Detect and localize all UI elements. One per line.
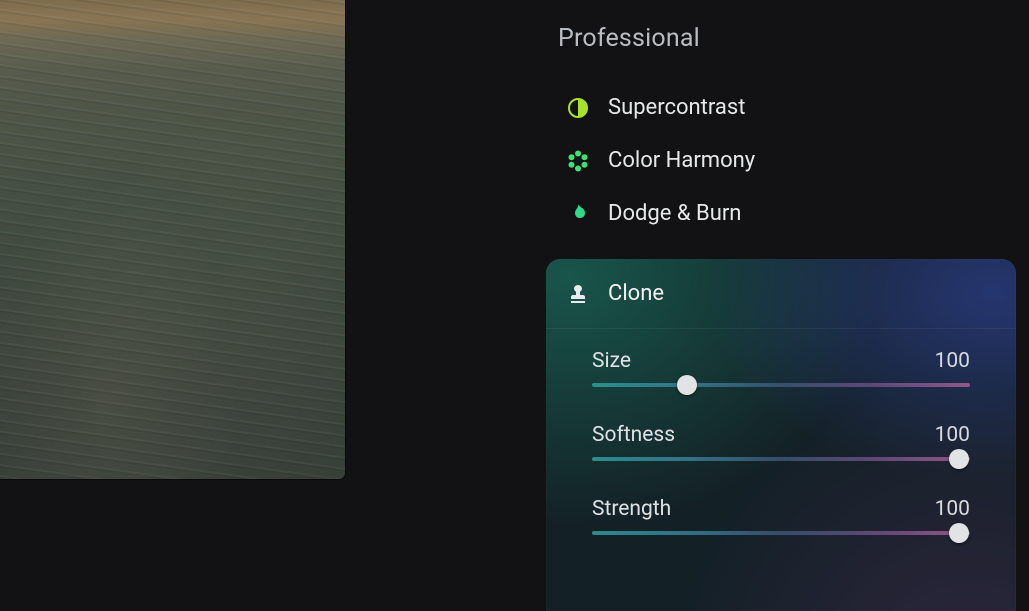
tool-dodge-burn[interactable]: Dodge & Burn [546,187,1016,240]
slider-value: 100 [935,497,970,521]
slider-row-size: Size 100 [546,329,1016,373]
slider-track [592,457,970,461]
slider-track [592,383,970,387]
slider-label: Strength [592,497,671,521]
slider-row-softness: Softness 100 [546,403,1016,447]
flame-icon [566,202,590,226]
slider-track [592,531,970,535]
half-circle-icon [566,96,590,120]
tool-label: Dodge & Burn [608,201,741,226]
slider-row-strength: Strength 100 [546,477,1016,521]
tool-panel-clone: Clone Size 100 Softness 100 Strength 100 [546,259,1016,611]
image-canvas[interactable] [0,0,345,479]
slider-value: 100 [935,349,970,373]
tool-supercontrast[interactable]: Supercontrast [546,81,1016,134]
slider-thumb[interactable] [677,375,697,395]
slider-label: Size [592,349,631,373]
slider-label: Softness [592,423,675,447]
tools-sidebar: Professional Supercontrast [546,0,1016,580]
tool-clone[interactable]: Clone [546,259,1016,329]
section-title-professional: Professional [558,24,1016,53]
stamp-icon [566,282,590,306]
slider-softness[interactable] [546,447,1016,477]
flower-icon [566,149,590,173]
tool-label: Clone [608,281,664,306]
tool-label: Supercontrast [608,95,745,120]
slider-thumb[interactable] [949,523,969,543]
slider-size[interactable] [546,373,1016,403]
tool-color-harmony[interactable]: Color Harmony [546,134,1016,187]
slider-thumb[interactable] [949,449,969,469]
slider-value: 100 [935,423,970,447]
tool-label: Color Harmony [608,148,755,173]
slider-strength[interactable] [546,521,1016,551]
